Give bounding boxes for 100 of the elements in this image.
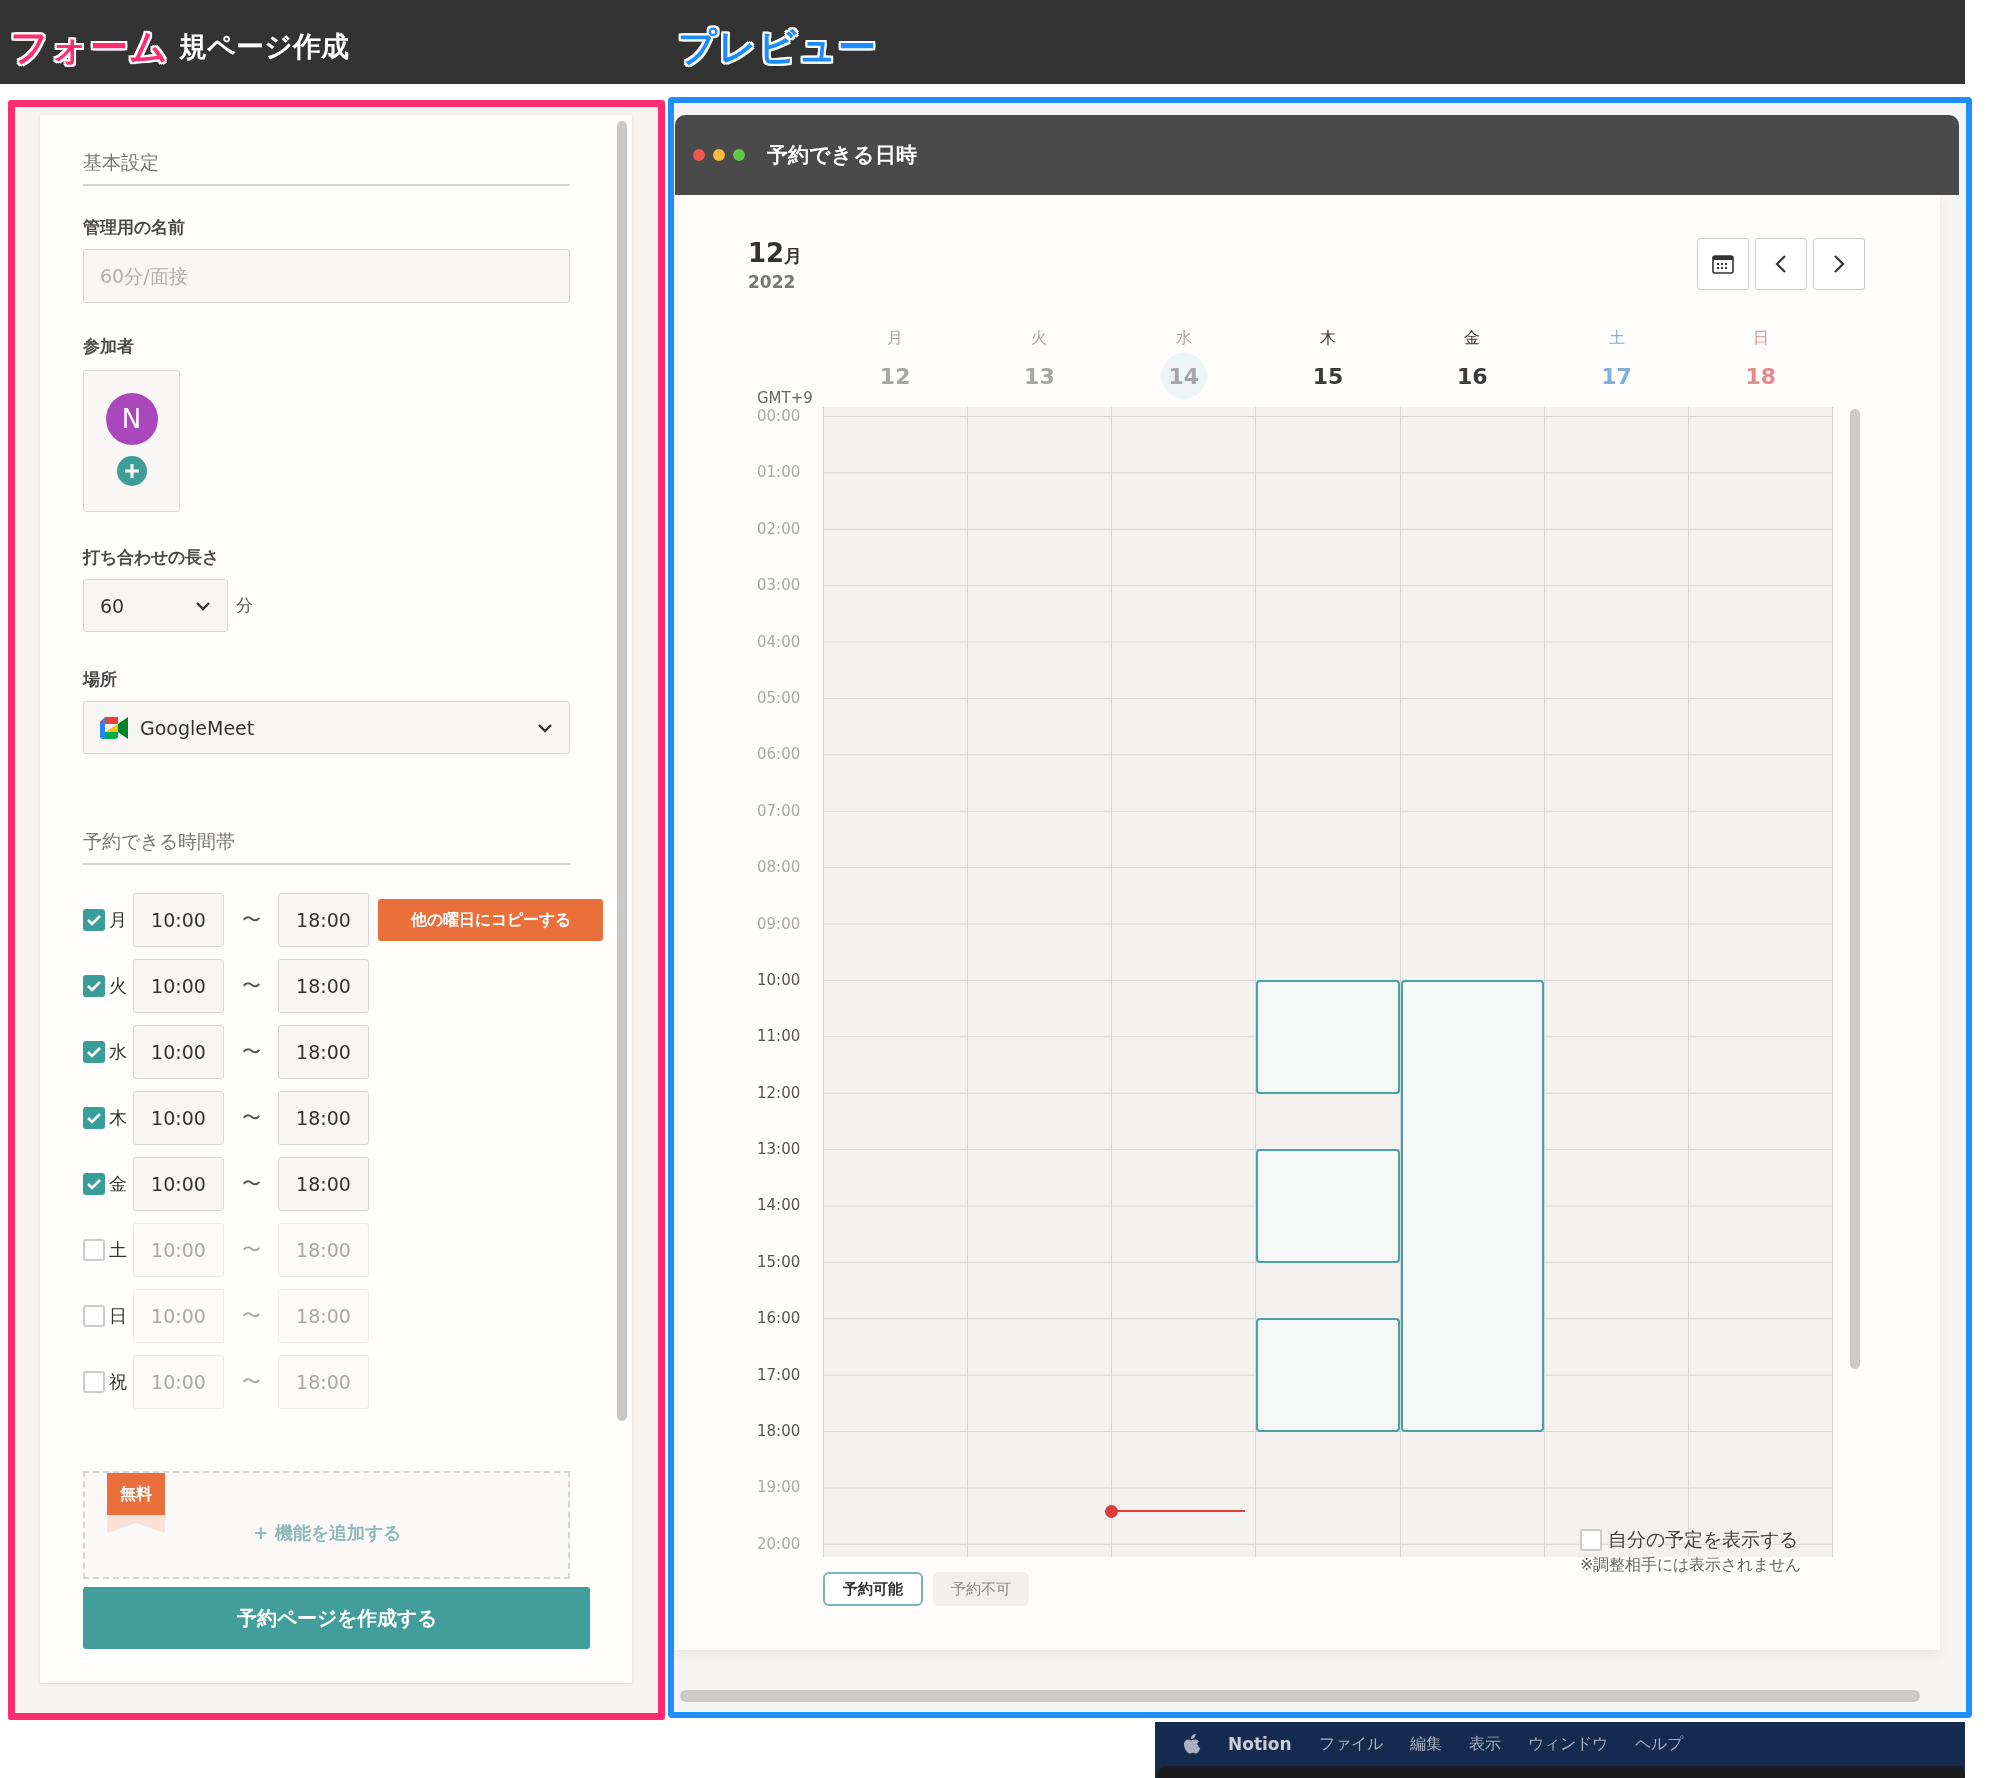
end-time-field[interactable]: 18:00 — [278, 1025, 369, 1079]
unit-label: 分 — [236, 594, 253, 617]
start-time-field[interactable]: 10:00 — [133, 1025, 224, 1079]
chevron-left-icon — [1775, 254, 1787, 274]
start-time-field[interactable]: 10:00 — [133, 1157, 224, 1211]
chevron-right-icon — [1833, 254, 1845, 274]
menu-item[interactable]: 編集 — [1409, 1733, 1442, 1755]
available-slot-cell[interactable] — [1256, 1374, 1400, 1433]
maximize-icon[interactable] — [733, 149, 745, 161]
hour-label: 13:00 — [757, 1139, 801, 1160]
hour-label: 18:00 — [757, 1421, 801, 1442]
hour-label: 09:00 — [757, 913, 801, 934]
available-slot-cell[interactable] — [1256, 1318, 1400, 1375]
range-separator: 〜 — [240, 907, 262, 932]
menu-item[interactable]: ファイル — [1318, 1733, 1383, 1755]
available-slot-cell[interactable] — [1256, 1149, 1400, 1206]
apple-icon[interactable] — [1183, 1733, 1201, 1755]
range-separator: 〜 — [240, 1303, 262, 1328]
range-separator: 〜 — [240, 1237, 262, 1262]
scrollbar[interactable] — [1850, 409, 1860, 1369]
add-participant-icon[interactable] — [116, 456, 147, 486]
checkbox[interactable] — [83, 1173, 105, 1195]
date-number: 12 — [878, 362, 912, 391]
day-label: 月 — [109, 908, 128, 932]
range-separator: 〜 — [240, 973, 262, 998]
date-number: 14 — [1160, 353, 1207, 399]
hour-label: 06:00 — [757, 744, 801, 765]
hour-label: 08:00 — [757, 857, 801, 878]
end-time-field[interactable]: 18:00 — [278, 959, 369, 1013]
hour-label: 04:00 — [757, 631, 801, 652]
end-time-field[interactable]: 18:00 — [278, 893, 369, 947]
minimize-icon[interactable] — [713, 149, 725, 161]
checkbox[interactable] — [83, 975, 105, 997]
range-separator: 〜 — [240, 1369, 262, 1394]
start-time-field[interactable]: 10:00 — [133, 893, 224, 947]
available-slot-cell[interactable] — [1400, 980, 1544, 1037]
available-slot-cell[interactable] — [1400, 1374, 1544, 1433]
chevron-down-icon — [195, 600, 211, 611]
hour-label: 02:00 — [757, 518, 801, 539]
weekday-label: 月 — [887, 328, 904, 349]
available-slot-cell[interactable] — [1256, 1205, 1400, 1263]
previous-button[interactable] — [1755, 238, 1807, 290]
location-select[interactable]: GoogleMeet — [83, 701, 570, 754]
end-time-field[interactable]: 18:00 — [278, 1157, 369, 1211]
app-menu[interactable]: Notion — [1228, 1734, 1292, 1754]
menu-item[interactable]: 表示 — [1468, 1733, 1501, 1755]
available-slot-cell[interactable] — [1256, 1036, 1400, 1094]
weekday-label: 土 — [1608, 328, 1625, 349]
checkbox[interactable] — [83, 909, 105, 931]
checkbox-label: 自分の予定を表示する — [1608, 1527, 1798, 1552]
menu-item[interactable]: ヘルプ — [1634, 1733, 1683, 1755]
field-label: 打ち合わせの長さ — [83, 546, 219, 569]
legend-toggle[interactable]: 予約可能 — [823, 1572, 923, 1606]
preview-label: プレビュー — [678, 24, 877, 69]
field-label: 場所 — [83, 668, 117, 691]
date-number: 16 — [1455, 362, 1489, 391]
checkbox[interactable] — [1580, 1529, 1602, 1551]
range-separator: 〜 — [240, 1105, 262, 1130]
scrollbar[interactable] — [680, 1690, 1920, 1702]
range-separator: 〜 — [240, 1171, 262, 1196]
add-feature-label: + 機能を追加する — [252, 1521, 402, 1545]
day-label: 金 — [109, 1172, 128, 1196]
menu-item[interactable]: ウィンドウ — [1527, 1733, 1608, 1755]
duration-select[interactable]: 60 — [83, 579, 228, 632]
available-slot-cell[interactable] — [1256, 980, 1400, 1037]
section-heading: 予約できる時間帯 — [83, 829, 570, 865]
section-heading: 基本設定 — [83, 150, 570, 186]
checkbox[interactable] — [83, 1041, 105, 1063]
chevron-down-icon — [537, 722, 553, 733]
start-time-field[interactable]: 10:00 — [133, 1091, 224, 1145]
avatar[interactable]: N — [105, 393, 158, 445]
day-label: 日 — [109, 1304, 128, 1328]
date-number: 13 — [1023, 362, 1056, 391]
next-button[interactable] — [1813, 238, 1865, 290]
hour-label: 10:00 — [757, 969, 801, 990]
scrollbar[interactable] — [617, 121, 627, 1421]
close-icon[interactable] — [693, 149, 705, 161]
hour-label: 15:00 — [757, 1251, 801, 1272]
hour-label: 00:00 — [757, 406, 801, 426]
year-label: 2022 — [748, 272, 797, 292]
field-label: 管理用の名前 — [83, 216, 185, 239]
date-number: 17 — [1600, 362, 1633, 391]
checkbox[interactable] — [83, 1305, 105, 1327]
window-title: 予約できる日時 — [767, 142, 917, 169]
date-number: 18 — [1744, 362, 1778, 391]
range-separator: 〜 — [240, 1039, 262, 1064]
checkbox[interactable] — [83, 1107, 105, 1129]
free-badge: 無料 — [107, 1473, 165, 1515]
hour-label: 03:00 — [757, 575, 801, 596]
calendar-button[interactable] — [1697, 238, 1749, 290]
checkbox[interactable] — [83, 1371, 105, 1393]
checkbox[interactable] — [83, 1239, 105, 1261]
day-label: 祝 — [109, 1370, 128, 1394]
hour-label: 01:00 — [757, 462, 801, 483]
name-input[interactable]: 60分/面接 — [83, 249, 570, 303]
start-time-field[interactable]: 10:00 — [133, 959, 224, 1013]
day-label: 木 — [109, 1106, 128, 1130]
page-title: 規ページ作成 — [179, 29, 349, 65]
end-time-field[interactable]: 18:00 — [278, 1091, 369, 1145]
hour-label: 12:00 — [757, 1082, 801, 1103]
